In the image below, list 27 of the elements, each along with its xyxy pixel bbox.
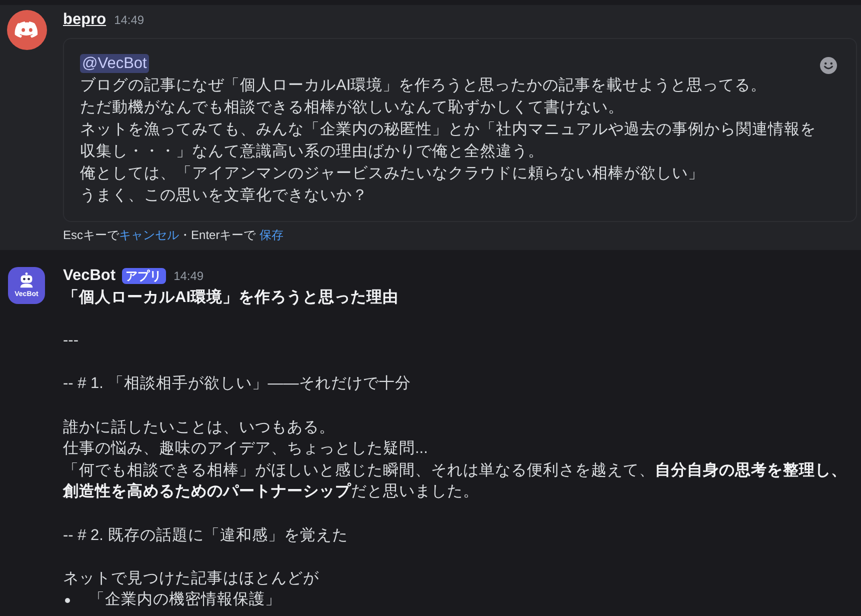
message-text: 「何でも相談できる相棒」がほしいと感じた瞬間、それは単なる便利さを越えて、自分自身の思考を整理し、創造性を高めるためのパートナーシップだと思いました。 (63, 460, 848, 502)
message-edit-field[interactable] (63, 38, 857, 222)
message-line: ブログの記事になぜ「個人ローカルAI環境」を作ろうと思ったかの記事を載せようと思ってる。 (80, 76, 768, 96)
message-line: うまく、この思いを文章化できないか？ (80, 186, 369, 206)
emoji-icon[interactable] (820, 57, 837, 74)
username[interactable]: VecBot (63, 267, 116, 285)
bullet-icon (65, 598, 70, 603)
message-text: 誰かに話したいことは、いつもある。 (63, 418, 336, 438)
message-line: ネットを漁ってみても、みんな「企業内の秘匿性」とか「社内マニュアルや過去の事例から関連情報を収集し・・・」なんて意識高い系の理由ばかりで俺と全然違う。 (80, 120, 817, 162)
message-text: -- # 1. 「相談相手が欲しい」——それだけで十分 (63, 374, 412, 394)
timestamp: 14:49 (114, 13, 144, 27)
cancel-link[interactable]: キャンセル (119, 228, 180, 242)
message-line: 俺としては、「アイアンマンのジャービスみたいなクラウドに頼らない相棒が欲しい」 (80, 164, 705, 184)
message-text: --- (63, 331, 80, 352)
message-text: 仕事の悩み、趣味のアイデア、ちょっとした疑問... (63, 439, 429, 460)
edit-hint: Escキーでキャンセル・Enterキーで 保存 (63, 227, 285, 244)
timestamp: 14:49 (174, 269, 204, 283)
save-link[interactable]: 保存 (260, 228, 284, 242)
app-badge: アプリ (122, 268, 166, 284)
message-heading: 「個人ローカルAI環境」を作ろうと思った理由 (63, 288, 400, 308)
message-line: ただ動機がなんでも相談できる相棒が欲しいなんて恥ずかしくて書けない。 (80, 98, 625, 118)
message-text: ネットで見つけた記事はほとんどが (63, 568, 320, 589)
message-text: -- # 2. 既存の話題に「違和感」を覚えた (63, 526, 349, 546)
mention-tag[interactable]: @VecBot (80, 54, 149, 73)
username[interactable]: bepro (63, 11, 106, 29)
list-item-text: 「企業内の機密情報保護」 (89, 590, 281, 610)
avatar-icon[interactable] (7, 10, 47, 50)
